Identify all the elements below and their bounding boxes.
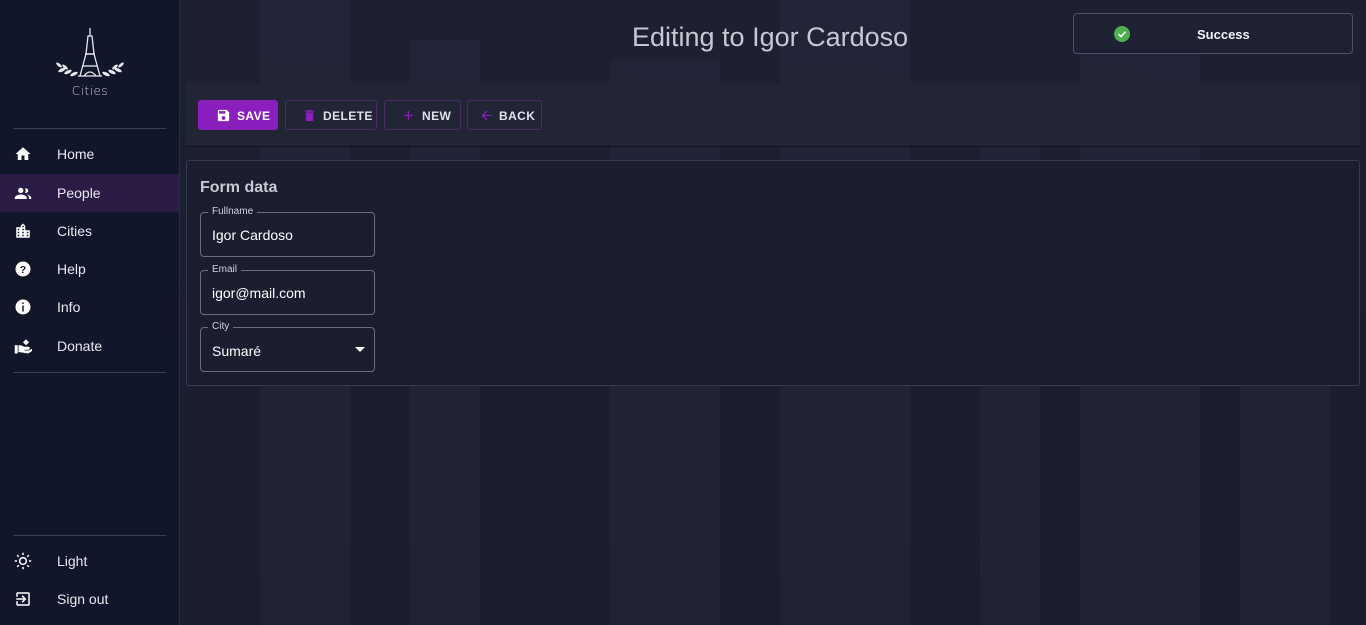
sidebar-divider [13, 128, 166, 129]
sign-out-button[interactable]: Sign out [0, 580, 179, 618]
delete-button-label: DELETE [323, 109, 373, 123]
sidebar-item-label: People [57, 185, 101, 201]
logo-text: Cities [71, 84, 109, 98]
sidebar-item-people[interactable]: People [0, 174, 179, 212]
success-toast[interactable]: Success [1073, 13, 1353, 54]
sidebar-item-label: Help [57, 261, 86, 277]
sidebar-item-label: Info [57, 299, 81, 315]
donate-icon [14, 339, 32, 354]
email-input[interactable] [212, 285, 362, 301]
check-circle-icon [1114, 26, 1130, 42]
caret-down-icon [355, 347, 365, 352]
theme-toggle-light[interactable]: Light [0, 542, 179, 580]
city-label: City [208, 321, 234, 333]
sidebar-item-label: Cities [57, 223, 93, 239]
eiffel-tower-logo-icon [56, 28, 124, 77]
back-button-label: BACK [499, 109, 536, 123]
sidebar-item-info[interactable]: Info [0, 288, 179, 326]
trash-icon [305, 109, 314, 122]
home-icon [15, 147, 31, 160]
back-button[interactable]: BACK [467, 100, 542, 130]
sidebar-divider [13, 535, 166, 536]
page-title: Editing to Igor Cardoso [632, 22, 909, 52]
sidebar-item-help[interactable]: ? Help [0, 250, 179, 288]
new-button-label: NEW [422, 109, 452, 123]
plus-icon [404, 111, 413, 120]
svg-text:?: ? [20, 264, 26, 276]
sidebar: Cities Home People Cities ? Help Info Do… [0, 0, 180, 625]
sidebar-item-label: Light [57, 553, 88, 569]
main-content: Editing to Igor Cardoso Success SAVE DEL… [180, 0, 1366, 625]
save-button[interactable]: SAVE [198, 100, 278, 130]
sidebar-item-donate[interactable]: Donate [0, 327, 179, 365]
toast-message: Success [1197, 27, 1250, 42]
email-field[interactable]: Email [200, 264, 375, 315]
fullname-field[interactable]: Fullname [200, 206, 375, 257]
app-logo[interactable]: Cities [48, 24, 132, 104]
people-icon [14, 187, 32, 199]
sun-icon [14, 552, 32, 570]
city-icon [16, 223, 30, 238]
sidebar-divider [13, 372, 166, 373]
sidebar-item-label: Home [57, 146, 95, 162]
new-button[interactable]: NEW [384, 100, 461, 130]
delete-button[interactable]: DELETE [285, 100, 377, 130]
city-selected-value: Sumaré [212, 343, 262, 359]
fullname-input[interactable] [212, 227, 362, 243]
save-icon [217, 109, 230, 122]
fullname-label: Fullname [208, 206, 258, 218]
form-card: Form data Fullname Email City Sumaré [186, 160, 1360, 386]
sidebar-item-label: Donate [57, 338, 103, 354]
sidebar-item-cities[interactable]: Cities [0, 212, 179, 250]
arrow-left-icon [481, 110, 492, 121]
form-title: Form data [200, 179, 278, 196]
email-label: Email [208, 264, 242, 276]
logout-icon [16, 592, 30, 606]
sidebar-item-home[interactable]: Home [0, 135, 179, 173]
action-toolbar: SAVE DELETE NEW BACK [186, 83, 1360, 147]
save-button-label: SAVE [237, 109, 271, 123]
info-icon [15, 299, 31, 315]
help-icon: ? [15, 261, 31, 277]
sidebar-item-label: Sign out [57, 591, 109, 607]
city-select[interactable]: City Sumaré [200, 321, 375, 372]
